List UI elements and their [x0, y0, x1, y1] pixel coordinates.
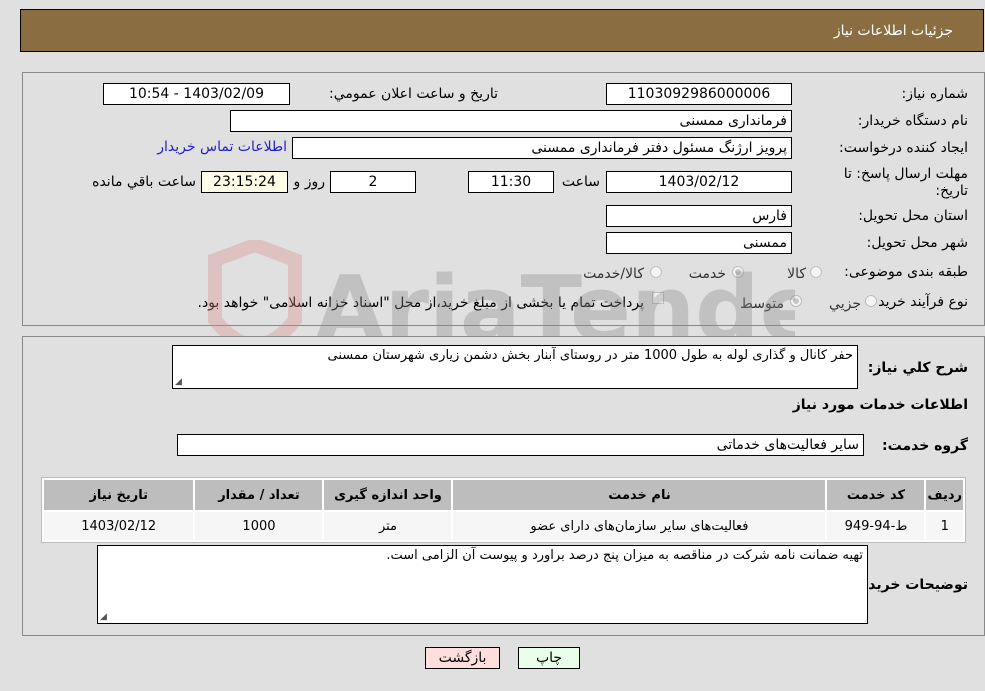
col-row-number: رديف	[926, 480, 963, 510]
province-field[interactable]: فارس	[606, 205, 792, 227]
days-label: روز و	[293, 174, 326, 190]
treasury-note: پرداخت تمام يا بخشی از مبلغ خريد،از محل …	[197, 295, 644, 311]
page-header: جزئيات اطلاعات نياز	[20, 9, 984, 52]
buyer-contact-link[interactable]: اطلاعات تماس خريدار	[157, 139, 287, 155]
creator-label: ايجاد کننده درخواست:	[839, 140, 968, 156]
process-label: نوع فرآيند خريد :	[869, 294, 968, 310]
category-radio-goods-service[interactable]	[650, 266, 662, 278]
cell-need-date: 1403/02/12	[44, 512, 194, 540]
deadline-label: مهلت ارسال پاسخ: تا تاريخ:	[843, 166, 968, 199]
category-option-service: خدمت	[688, 266, 726, 282]
resize-grip-icon[interactable]: ◢	[100, 612, 107, 622]
category-option-goods-service: کالا/خدمت	[583, 266, 644, 282]
process-radio-medium[interactable]	[790, 295, 802, 307]
resize-grip-icon[interactable]: ◢	[175, 377, 182, 387]
time-remaining-field[interactable]: 23:15:24	[201, 171, 288, 193]
treasury-checkbox[interactable]	[652, 292, 664, 304]
category-radio-service[interactable]	[732, 266, 744, 278]
needs-panel: شرح کلي نياز: حفر کانال و گذاری لوله به …	[22, 336, 985, 636]
city-field[interactable]: ممسنی	[606, 232, 792, 254]
details-panel: شماره نياز: 1103092986000006 تاريخ و ساع…	[22, 72, 985, 326]
cell-service-code: ط-94-949	[827, 512, 925, 540]
time-remaining-label: ساعت باقي مانده	[92, 174, 196, 190]
table-row: 1 ط-94-949 فعاليت‌های ساير سازمان‌های دا…	[44, 512, 963, 540]
process-radio-small[interactable]	[865, 295, 877, 307]
summary-textarea[interactable]: حفر کانال و گذاری لوله به طول 1000 متر د…	[172, 345, 858, 389]
buyer-notes-text: تهيه ضمانت نامه شرکت در مناقصه به ميزان …	[386, 548, 863, 563]
deadline-date-field[interactable]: 1403/02/12	[606, 171, 792, 193]
page-title: جزئيات اطلاعات نياز	[833, 23, 953, 39]
city-label: شهر محل تحويل:	[866, 235, 968, 251]
back-button[interactable]: بازگشت	[425, 647, 500, 669]
announce-datetime-field[interactable]: 1403/02/09 - 10:54	[103, 83, 290, 105]
cell-quantity: 1000	[195, 512, 323, 540]
print-button[interactable]: چاپ	[518, 647, 580, 669]
service-group-field[interactable]: ساير فعاليت‌های خدماتی	[177, 434, 864, 456]
days-remaining-field[interactable]: 2	[330, 171, 416, 193]
category-option-goods: کالا	[787, 266, 806, 282]
col-service-name: نام خدمت	[453, 480, 826, 510]
need-number-label: شماره نياز:	[901, 86, 969, 102]
buyer-name-field[interactable]: فرمانداری ممسنی	[230, 110, 792, 132]
deadline-time-field[interactable]: 11:30	[468, 171, 554, 193]
col-quantity: تعداد / مقدار	[195, 480, 323, 510]
creator-field[interactable]: پرويز ارژنگ مسئول دفتر فرمانداری ممسنی	[292, 137, 792, 159]
process-option-small: جزيي	[829, 296, 861, 312]
category-label: طبقه بندی موضوعی:	[844, 264, 968, 280]
buyer-notes-textarea[interactable]: تهيه ضمانت نامه شرکت در مناقصه به ميزان …	[97, 545, 868, 624]
summary-label: شرح کلي نياز:	[867, 360, 968, 376]
process-option-medium: متوسط	[740, 296, 784, 312]
table-header-row: رديف کد خدمت نام خدمت واحد اندازه گيری ت…	[44, 480, 963, 510]
announce-label: تاريخ و ساعت اعلان عمومي:	[329, 86, 498, 102]
cell-row-number: 1	[926, 512, 963, 540]
col-unit: واحد اندازه گيری	[324, 480, 452, 510]
services-title: اطلاعات خدمات مورد نياز	[792, 397, 968, 413]
buyer-name-label: نام دستگاه خريدار:	[857, 113, 968, 129]
category-radio-goods[interactable]	[810, 266, 822, 278]
summary-text: حفر کانال و گذاری لوله به طول 1000 متر د…	[327, 348, 853, 363]
service-group-label: گروه خدمت:	[882, 438, 968, 454]
province-label: استان محل تحويل:	[858, 208, 968, 224]
col-service-code: کد خدمت	[827, 480, 925, 510]
deadline-time-label: ساعت	[561, 174, 600, 190]
need-number-field[interactable]: 1103092986000006	[606, 83, 792, 105]
col-need-date: تاريخ نياز	[44, 480, 194, 510]
cell-unit: متر	[324, 512, 452, 540]
services-table: رديف کد خدمت نام خدمت واحد اندازه گيری ت…	[41, 477, 966, 543]
cell-service-name: فعاليت‌های ساير سازمان‌های دارای عضو	[453, 512, 826, 540]
